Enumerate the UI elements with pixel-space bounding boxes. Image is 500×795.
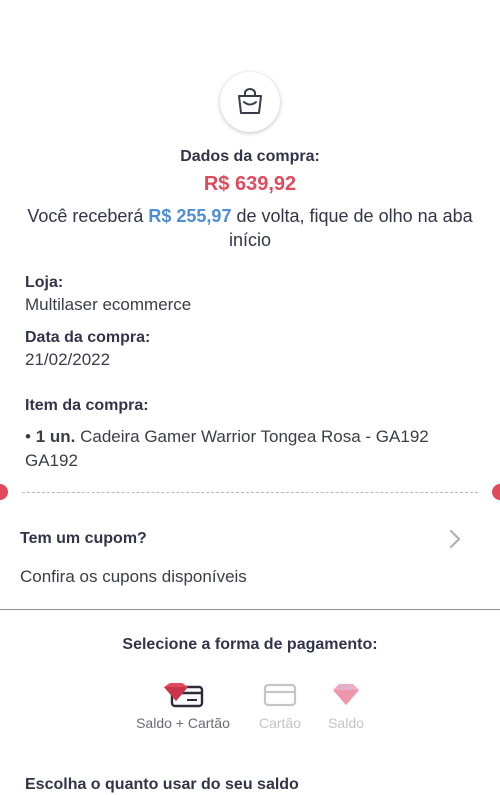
cashback-suffix: de volta, fique de olho na aba início: [228, 206, 473, 250]
receipt-divider: [22, 492, 478, 493]
payment-option-label: Cartão: [258, 715, 302, 731]
purchase-date-label: Data da compra:: [25, 329, 151, 346]
card-icon: [263, 683, 297, 707]
item-bullet: •: [25, 427, 36, 446]
coupon-subtitle[interactable]: Confira os cupons disponíveis: [20, 567, 247, 587]
payment-title: Selecione a forma de pagamento:: [122, 636, 378, 653]
payment-option-balance-card[interactable]: Saldo + Cartão: [128, 680, 238, 731]
coupon-title[interactable]: Tem um cupom?: [20, 530, 147, 548]
payment-option-balance[interactable]: Saldo: [316, 680, 376, 731]
shopping-bag-badge: [220, 72, 280, 132]
chevron-right-icon[interactable]: [446, 528, 464, 550]
receipt-notch-right: [492, 484, 500, 500]
item-name: Cadeira Gamer Warrior Tongea Rosa - GA19…: [25, 427, 429, 470]
purchase-total: R$ 639,92: [203, 173, 297, 195]
receipt-notch-left: [0, 484, 8, 500]
balance-card-icon: [164, 683, 204, 708]
cashback-prefix: Você receberá: [27, 206, 149, 226]
purchase-item-label: Item da compra:: [25, 397, 149, 414]
purchase-item-value: • 1 un. Cadeira Gamer Warrior Tongea Ros…: [25, 425, 445, 473]
store-label: Loja:: [25, 274, 64, 291]
balance-usage-title: Escolha o quanto usar do seu saldo: [25, 776, 299, 793]
item-quantity: 1 un.: [35, 427, 76, 446]
diamond-icon: [333, 682, 359, 705]
payment-option-label: Saldo + Cartão: [136, 715, 230, 731]
cashback-amount: R$ 255,97: [148, 206, 232, 226]
cashback-message: Você receberá R$ 255,97 de volta, fique …: [20, 204, 480, 252]
section-separator: [0, 609, 500, 610]
purchase-date-value: 21/02/2022: [25, 350, 111, 369]
store-value: Multilaser ecommerce: [25, 295, 192, 314]
purchase-heading: Dados da compra:: [180, 148, 320, 165]
shopping-bag-icon: [238, 88, 262, 114]
payment-option-label: Saldo: [328, 715, 364, 731]
payment-option-card[interactable]: Cartão: [250, 680, 310, 731]
